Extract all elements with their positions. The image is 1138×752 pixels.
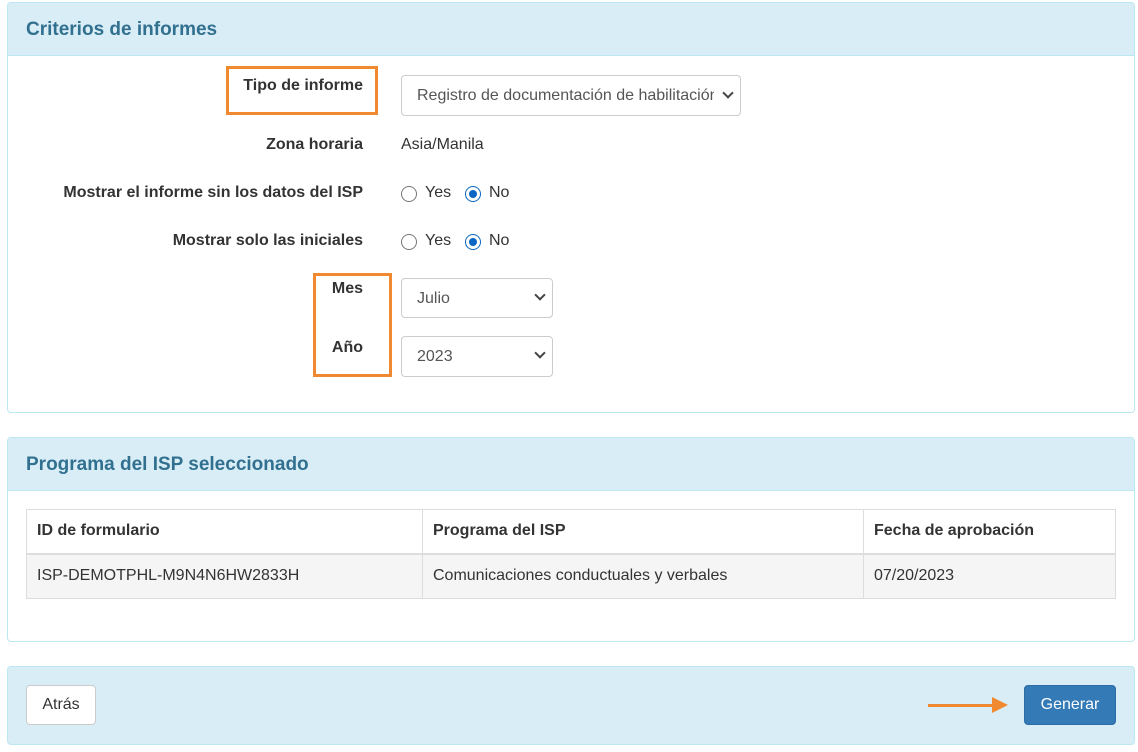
report-criteria-panel: Criterios de informes Tipo de informe Re…	[7, 2, 1135, 413]
report-criteria-heading: Criterios de informes	[8, 3, 1134, 56]
initials-only-label: Mostrar solo las iniciales	[172, 232, 363, 249]
generate-button[interactable]: Generar	[1024, 685, 1116, 725]
initials-only-yes-radio[interactable]	[401, 234, 417, 250]
report-type-select[interactable]: Registro de documentación de habilitació…	[401, 75, 741, 116]
hide-isp-data-yes-radio[interactable]	[401, 186, 417, 202]
table-header-row: ID de formulario Programa del ISP Fecha …	[26, 509, 1116, 555]
column-header-isp-program: Programa del ISP	[422, 509, 864, 555]
month-label: Mes	[331, 280, 363, 297]
hide-isp-data-no-radio[interactable]	[465, 186, 481, 202]
hide-isp-data-no-label[interactable]: No	[489, 184, 509, 202]
arrow-right-icon	[992, 697, 1008, 713]
hide-isp-data-label: Mostrar el informe sin los datos del ISP	[63, 184, 363, 201]
isp-program-table: ID de formulario Programa del ISP Fecha …	[26, 509, 1116, 599]
selected-isp-program-panel: Programa del ISP seleccionado ID de form…	[7, 437, 1135, 642]
year-label: Año	[331, 339, 363, 356]
hide-isp-data-yes-label[interactable]: Yes	[425, 184, 451, 202]
back-button[interactable]: Atrás	[26, 685, 96, 725]
column-header-approval-date: Fecha de aprobación	[863, 509, 1116, 555]
selected-isp-program-heading: Programa del ISP seleccionado	[8, 438, 1134, 491]
initials-only-yes-label[interactable]: Yes	[425, 232, 451, 250]
report-type-label: Tipo de informe	[243, 77, 363, 94]
form-id-cell: ISP-DEMOTPHL-M9N4N6HW2833H	[26, 553, 423, 599]
isp-program-cell: Comunicaciones conductuales y verbales	[422, 553, 864, 599]
table-row[interactable]: ISP-DEMOTPHL-M9N4N6HW2833H Comunicacione…	[26, 553, 1116, 599]
month-select[interactable]: Julio	[401, 278, 553, 318]
initials-only-no-label[interactable]: No	[489, 232, 509, 250]
action-footer-panel: Atrás Generar	[7, 666, 1135, 745]
timezone-label: Zona horaria	[266, 136, 363, 153]
initials-only-no-radio[interactable]	[465, 234, 481, 250]
column-header-form-id: ID de formulario	[26, 509, 423, 555]
approval-date-cell: 07/20/2023	[863, 553, 1116, 599]
year-select[interactable]: 2023	[401, 336, 553, 377]
timezone-value: Asia/Manila	[401, 136, 484, 153]
generate-pointer-arrow-line	[928, 704, 996, 707]
